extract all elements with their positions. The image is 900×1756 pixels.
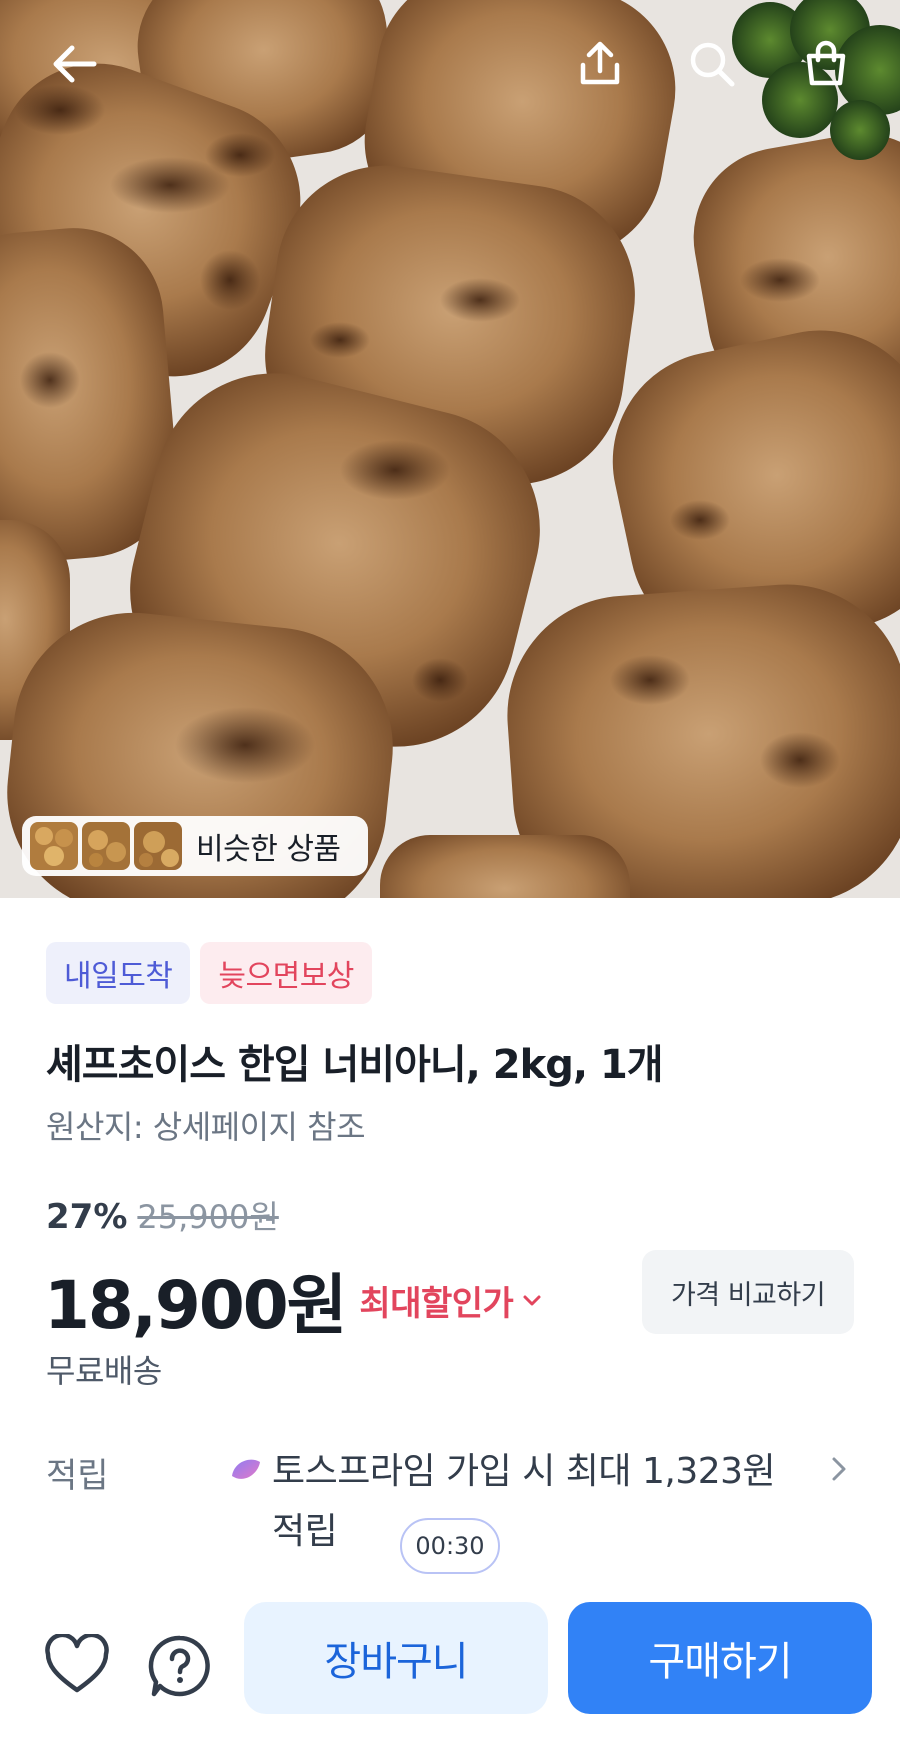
reward-label: 적립 <box>46 1456 109 1496</box>
similar-products-chip[interactable]: 비슷한 상품 <box>22 816 368 876</box>
chevron-right-icon[interactable] <box>828 1454 850 1484</box>
price-compare-button[interactable]: 가격 비교하기 <box>642 1250 854 1334</box>
discount-rate: 27% <box>46 1197 128 1237</box>
reward-text[interactable]: 토스프라임 가입 시 최대 1,323원 적립 <box>272 1442 792 1562</box>
original-price: 25,900원 <box>137 1198 279 1236</box>
product-origin: 원산지: 상세페이지 참조 <box>46 1108 366 1146</box>
discount-row: 27% 25,900원 <box>46 1192 279 1238</box>
cart-icon-button[interactable] <box>796 34 856 94</box>
similar-products-label: 비슷한 상품 <box>196 832 341 867</box>
shopping-bag-icon <box>806 40 846 86</box>
timer-badge: 00:30 <box>400 1518 500 1574</box>
late-compensation-badge: 늦으면보상 <box>200 942 372 1004</box>
sale-price: 18,900원 <box>44 1267 347 1344</box>
search-button[interactable] <box>682 34 742 94</box>
product-photo <box>0 0 900 898</box>
back-button[interactable] <box>44 34 104 94</box>
toss-prime-icon <box>232 1459 260 1479</box>
price-row: 18,900원 최대할인가 <box>44 1252 545 1348</box>
tomorrow-arrival-badge: 내일도착 <box>46 942 191 1004</box>
bottom-action-bar: 장바구니 구매하기 <box>0 1590 900 1756</box>
chevron-down-icon[interactable] <box>519 1287 545 1313</box>
search-icon <box>690 42 735 87</box>
share-icon <box>580 41 620 85</box>
shipping-info: 무료배송 <box>46 1352 162 1390</box>
max-discount-toggle[interactable]: 최대할인가 <box>359 1276 513 1325</box>
product-title: 셰프초이스 한입 너비아니, 2kg, 1개 <box>46 1042 664 1088</box>
similar-thumb-2 <box>82 822 130 870</box>
similar-thumb-3 <box>134 822 182 870</box>
back-arrow-icon <box>53 45 97 83</box>
buy-now-button[interactable]: 구매하기 <box>568 1602 872 1714</box>
add-to-cart-button[interactable]: 장바구니 <box>244 1602 548 1714</box>
heart-icon[interactable] <box>44 1634 110 1696</box>
product-image[interactable]: 비슷한 상품 <box>0 0 900 898</box>
share-button[interactable] <box>570 34 630 94</box>
delivery-badges: 내일도착 늦으면보상 <box>46 942 372 1004</box>
similar-thumb-1 <box>30 822 78 870</box>
question-icon[interactable] <box>148 1634 212 1698</box>
